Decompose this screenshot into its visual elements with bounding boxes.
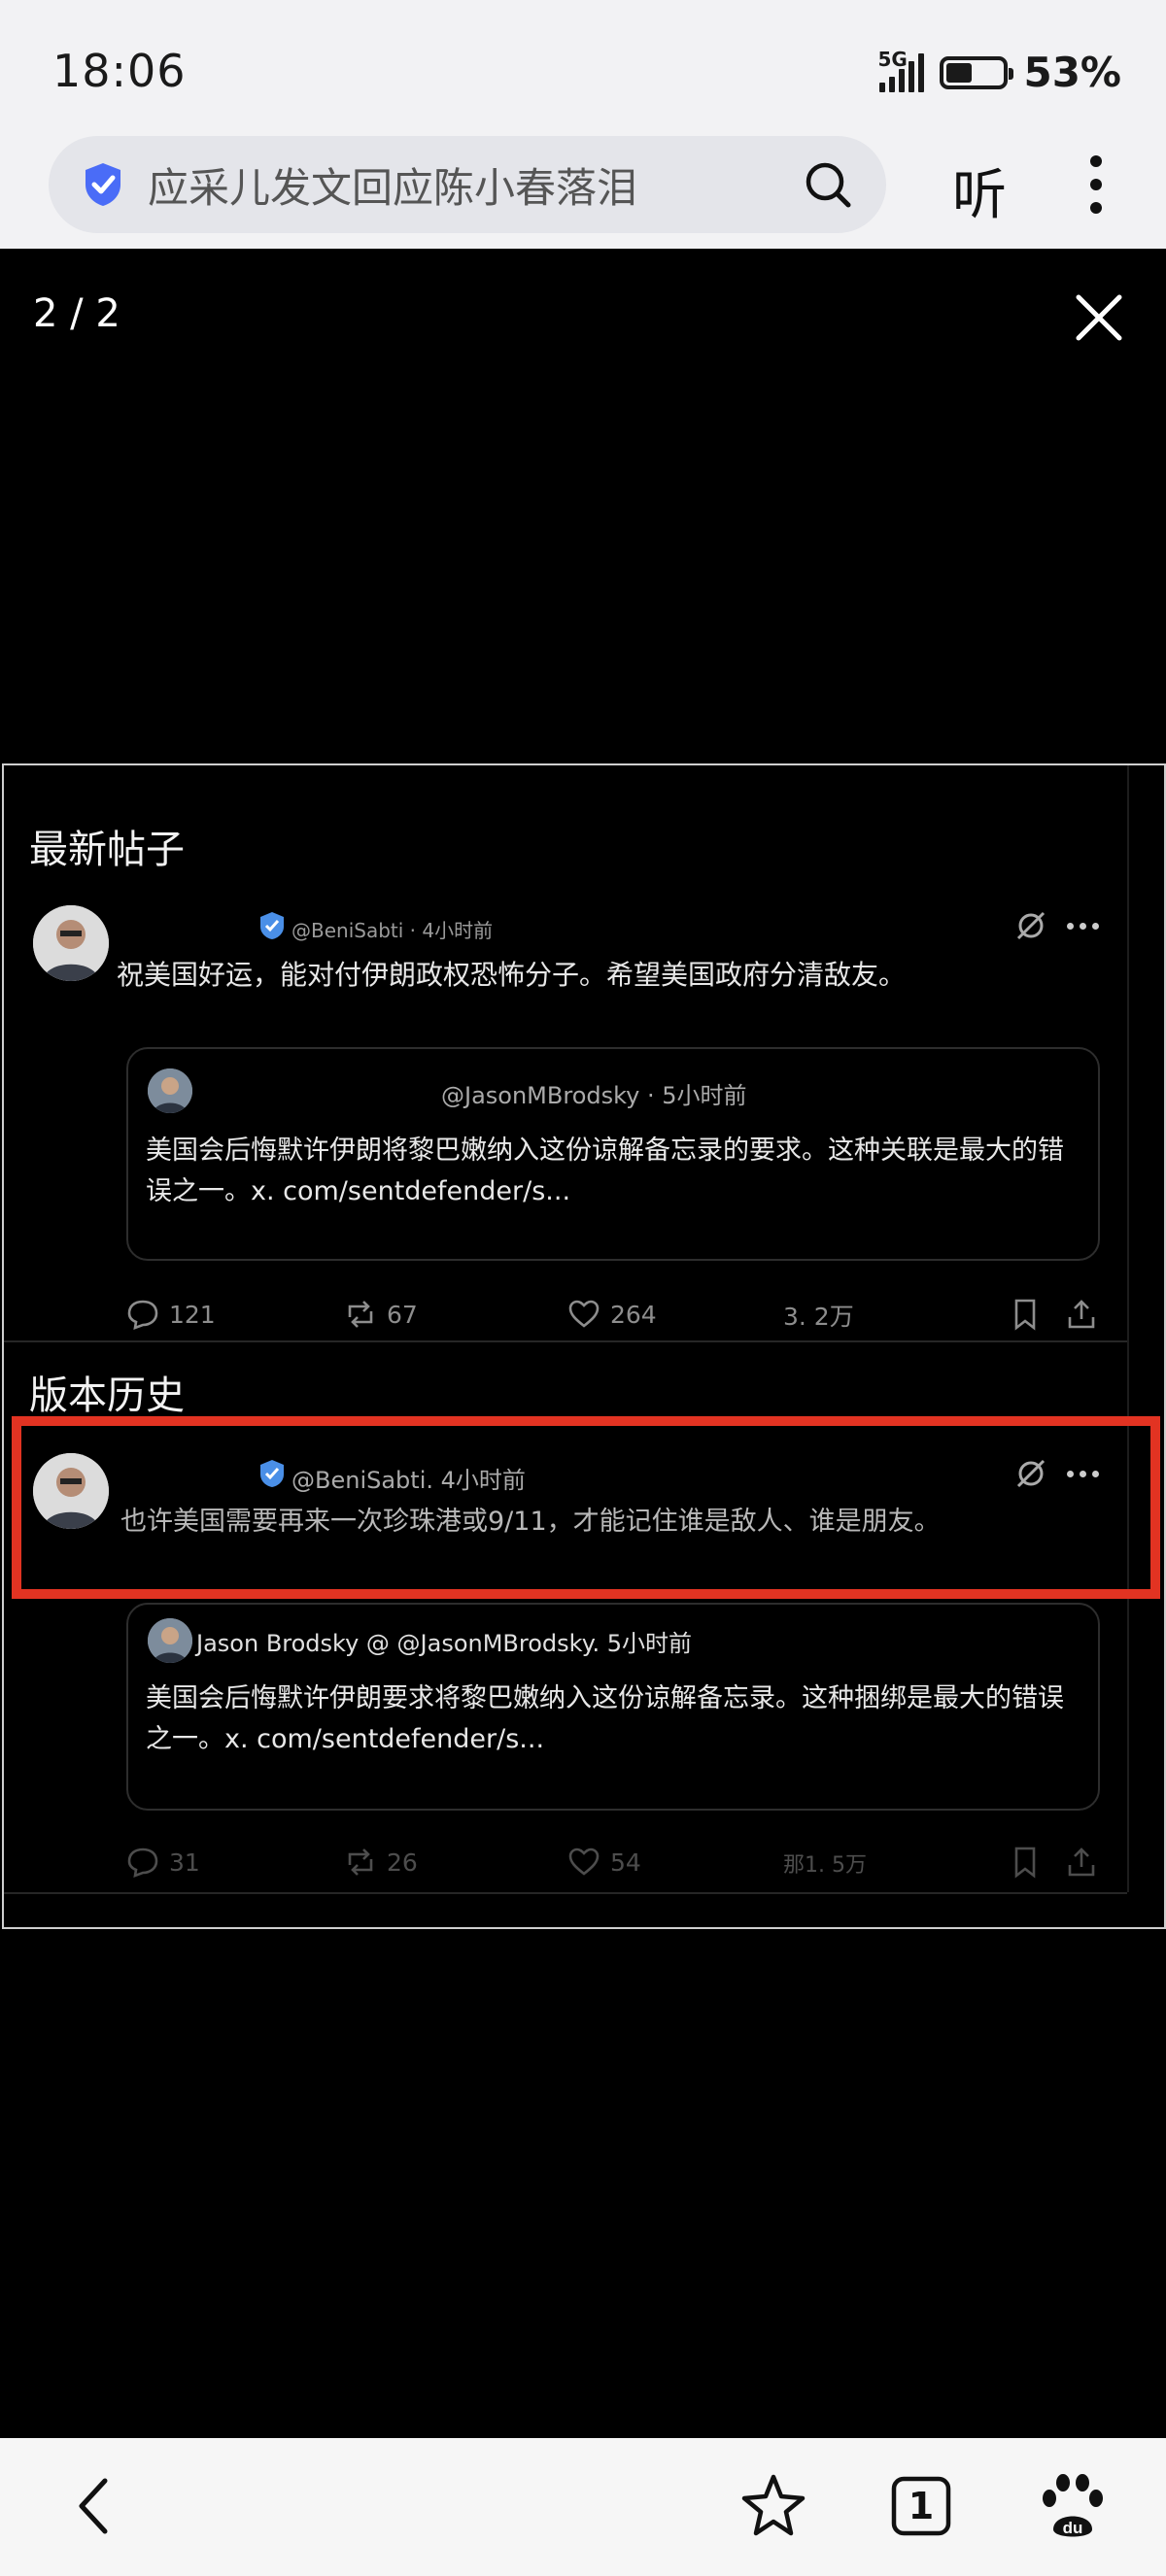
bookmark-icon[interactable] [1009, 1846, 1042, 1879]
screenshot-edge [1127, 765, 1129, 1892]
more-options-icon[interactable] [1067, 923, 1099, 930]
bookmark-icon[interactable] [1009, 1298, 1042, 1331]
battery-percent: 53% [1023, 49, 1121, 96]
post-screenshot-image[interactable]: 最新帖子 @BeniSabti · 4小时前 祝美国好运，能对付伊朗政权恐怖分子… [2, 763, 1166, 1929]
avatar [33, 905, 109, 981]
quoted-text-line-2: 误之一。x. com/sentdefender/s... [146, 1176, 571, 1206]
latest-posts-title: 最新帖子 [29, 828, 185, 872]
reply-count: 31 [169, 1847, 200, 1877]
tabs-icon[interactable]: 1 [884, 2469, 958, 2543]
back-icon[interactable] [60, 2469, 134, 2543]
post-divider [4, 1340, 1127, 1342]
heart-icon [568, 1300, 600, 1328]
bottom-navigation: 1 du [0, 2438, 1166, 2576]
heart-icon [568, 1847, 600, 1876]
battery-icon [940, 55, 1014, 89]
like-button[interactable]: 264 [567, 1298, 657, 1331]
shield-verified-icon [86, 163, 120, 206]
svg-text:du: du [1063, 2519, 1083, 2537]
image-counter: 2 / 2 [33, 291, 120, 336]
views-label: 那1. 5万 [783, 1853, 867, 1878]
share-icon[interactable] [1065, 1846, 1098, 1879]
share-icon[interactable] [1065, 1298, 1098, 1331]
post-handle: @BeniSabti · 4小时前 [292, 919, 494, 942]
reply-icon [127, 1300, 158, 1331]
repost-button[interactable]: 26 [344, 1846, 418, 1879]
status-time: 18:06 [52, 45, 187, 97]
quoted-avatar [148, 1068, 192, 1113]
listen-button[interactable]: 听 [952, 152, 1007, 230]
post-text: 祝美国好运，能对付伊朗政权恐怖分子。希望美国政府分清敌友。 [117, 959, 907, 991]
verified-badge-icon [260, 912, 284, 939]
quoted-handle: @JasonMBrodsky · 5小时前 [441, 1082, 747, 1109]
reply-button[interactable]: 31 [126, 1846, 200, 1879]
close-icon[interactable] [1075, 293, 1123, 342]
red-highlight-frame [12, 1416, 1160, 1599]
star-icon[interactable] [737, 2469, 810, 2543]
version-history-title: 版本历史 [29, 1373, 185, 1418]
reply-button[interactable]: 121 [126, 1298, 216, 1331]
views-count: 3. 2万 [783, 1298, 854, 1333]
network-type: 5G [877, 47, 908, 71]
search-query[interactable]: 应采儿发文回应陈小春落泪 [148, 155, 803, 215]
repost-icon [348, 1301, 373, 1328]
quoted-avatar [148, 1618, 192, 1663]
repost-button[interactable]: 67 [344, 1298, 418, 1331]
like-count: 264 [610, 1300, 657, 1329]
quoted-text-line-2: 之一。x. com/sentdefender/s... [146, 1724, 545, 1754]
signal-icon: 5G [877, 48, 925, 92]
browser-top-area: 18:06 5G 53% 应采儿发文回应陈小春落泪 听 [0, 0, 1166, 249]
like-button[interactable]: 54 [567, 1846, 641, 1879]
reply-icon [127, 1847, 158, 1879]
more-vertical-icon[interactable] [1086, 155, 1106, 214]
repost-icon [348, 1848, 373, 1876]
baidu-paw-icon[interactable]: du [1036, 2469, 1110, 2543]
status-indicators: 5G 53% [877, 48, 1121, 97]
repost-count: 67 [387, 1300, 418, 1329]
like-count: 54 [610, 1847, 641, 1877]
repost-count: 26 [387, 1847, 418, 1877]
views-count: 那1. 5万 [783, 1847, 867, 1879]
reply-count: 121 [169, 1300, 216, 1329]
address-bar[interactable]: 应采儿发文回应陈小春落泪 [49, 136, 886, 233]
battery-level [946, 62, 972, 83]
quoted-text-line-1: 美国会后悔默许伊朗将黎巴嫩纳入这份谅解备忘录的要求。这种关联是最大的错 [146, 1135, 1064, 1166]
grok-icon[interactable] [1014, 909, 1047, 942]
quoted-text-line-1: 美国会后悔默许伊朗要求将黎巴嫩纳入这份谅解备忘录。这种捆绑是最大的错误 [146, 1683, 1064, 1713]
tab-count: 1 [908, 2485, 935, 2527]
search-icon[interactable] [803, 159, 853, 210]
views-label: 3. 2万 [783, 1303, 854, 1331]
post-divider [4, 1892, 1127, 1894]
quoted-author: Jason Brodsky @ @JasonMBrodsky. 5小时前 [196, 1630, 693, 1657]
